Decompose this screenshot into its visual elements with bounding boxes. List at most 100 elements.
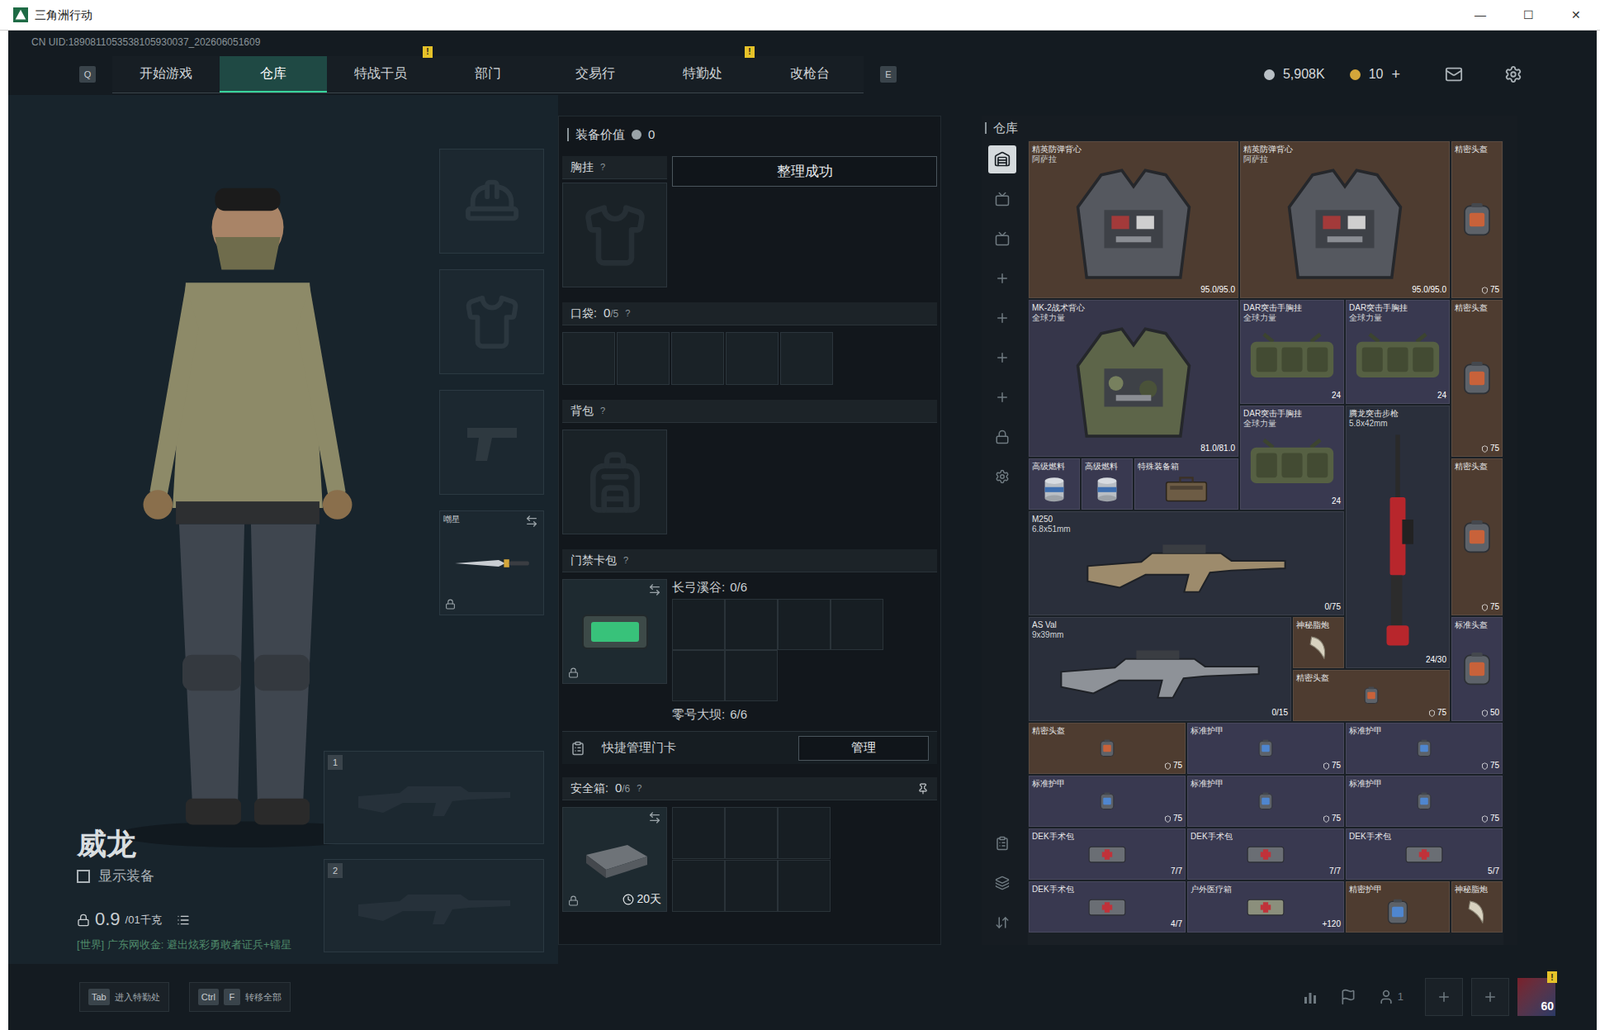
window-control[interactable]: ✕ <box>1552 0 1600 30</box>
pocket-slot[interactable] <box>780 331 834 385</box>
keycard-cell[interactable] <box>777 598 831 650</box>
keycard-cell[interactable] <box>672 598 725 650</box>
stash-item[interactable]: DEK手术包7/7 <box>1187 828 1345 880</box>
nav-tab[interactable]: 部门 <box>434 56 542 93</box>
checkbox[interactable] <box>76 869 90 883</box>
list-icon[interactable] <box>176 913 190 927</box>
stash-item[interactable]: M2506.8x51mm0/75 <box>1028 511 1345 616</box>
stash-item[interactable]: DEK手术包5/7 <box>1345 828 1503 880</box>
stash-item[interactable]: DAR突击手胸挂全球力量24 <box>1240 405 1345 510</box>
safe-cell[interactable] <box>724 859 778 912</box>
equip-slot[interactable] <box>562 182 668 288</box>
stash-item[interactable]: 高级燃料 <box>1081 458 1133 510</box>
stash-item[interactable]: MK-2战术背心全球力量81.0/81.0 <box>1028 299 1239 457</box>
keycard-cell[interactable] <box>724 649 778 701</box>
safe-cell[interactable] <box>777 859 831 912</box>
show-equipment-toggle[interactable]: 显示装备 <box>76 865 292 887</box>
stash-sidebar-item[interactable] <box>988 383 1017 412</box>
stash-item[interactable]: 标准护甲75 <box>1345 775 1503 827</box>
weapon-slot[interactable]: 1 <box>323 750 545 844</box>
safe-cell[interactable] <box>777 806 831 859</box>
pocket-slot[interactable] <box>671 331 725 385</box>
safe-box-slot[interactable]: 20天 <box>562 806 668 912</box>
stash-item[interactable]: 神秘脂炮 <box>1451 880 1503 933</box>
invite-slot[interactable] <box>1424 977 1463 1016</box>
mail-icon[interactable] <box>1444 65 1463 84</box>
stash-sidebar-item[interactable] <box>988 908 1017 937</box>
window-control[interactable]: ☐ <box>1504 0 1553 30</box>
pin-icon[interactable] <box>917 782 929 795</box>
nav-tab[interactable]: 交易行 <box>541 56 649 93</box>
flag-icon[interactable] <box>1339 988 1357 1005</box>
stash-item[interactable]: 精密头盔75 <box>1451 299 1503 457</box>
help-mark[interactable]: ? <box>623 553 629 568</box>
stash-sidebar-item[interactable] <box>988 184 1017 214</box>
safe-cell[interactable] <box>672 859 725 912</box>
stash-item[interactable]: 高级燃料 <box>1028 458 1080 510</box>
hotkey-hint[interactable]: CtrlF转移全部 <box>189 981 291 1012</box>
gear-slot[interactable] <box>439 269 545 374</box>
stash-sidebar-item[interactable] <box>988 422 1017 451</box>
stash-item[interactable]: 标准护甲75 <box>1028 775 1186 827</box>
stash-item[interactable]: 精密头盔75 <box>1028 722 1186 774</box>
stash-sidebar-item[interactable] <box>988 303 1017 332</box>
keycard-cell[interactable] <box>830 598 884 650</box>
stash-item[interactable]: AS Val9x39mm0/15 <box>1028 616 1292 721</box>
stash-item[interactable]: 标准护甲75 <box>1345 722 1503 774</box>
gear-icon[interactable] <box>1504 65 1523 84</box>
nav-tab[interactable]: 开始游戏 <box>112 56 220 93</box>
weapon-slot[interactable]: 2 <box>323 858 545 952</box>
stash-item[interactable]: DAR突击手胸挂全球力量24 <box>1345 299 1450 404</box>
stash-item[interactable]: 标准护甲75 <box>1187 722 1345 774</box>
stash-item[interactable]: 神秘脂炮 <box>1292 616 1345 668</box>
stash-item[interactable]: 标准头盔50 <box>1451 616 1503 721</box>
stash-item[interactable]: 精英防弹背心阿萨拉95.0/95.0 <box>1028 141 1239 299</box>
stash-item[interactable]: 精英防弹背心阿萨拉95.0/95.0 <box>1240 141 1450 299</box>
stash-sidebar-item[interactable] <box>988 868 1017 897</box>
stash-item[interactable]: 标准护甲75 <box>1187 775 1345 827</box>
nav-tab[interactable]: 特战干员! <box>326 56 435 93</box>
nav-tab[interactable]: 改枪台 <box>756 56 864 93</box>
stash-sidebar-item[interactable] <box>988 264 1017 293</box>
gear-slot[interactable] <box>439 148 545 254</box>
help-mark[interactable]: ? <box>624 306 630 321</box>
squad-count[interactable]: 1 <box>1377 988 1404 1005</box>
help-mark[interactable]: ? <box>600 160 606 175</box>
safe-cell[interactable] <box>672 806 725 859</box>
safe-cell[interactable] <box>724 806 778 859</box>
stash-item[interactable]: 精密头盔75 <box>1451 141 1503 299</box>
keycard-slot[interactable] <box>562 578 668 684</box>
window-control[interactable]: — <box>1456 0 1505 30</box>
stash-item[interactable]: DEK手术包7/7 <box>1028 828 1186 880</box>
pocket-slot[interactable] <box>725 331 779 385</box>
manage-button[interactable]: 管理 <box>798 735 929 761</box>
nav-tab[interactable]: 特勤处! <box>648 56 757 93</box>
stash-item[interactable]: 精密头盔75 <box>1451 458 1503 616</box>
gear-slot[interactable] <box>439 389 545 495</box>
stash-sidebar-item[interactable] <box>988 462 1017 491</box>
swap-icon[interactable] <box>648 810 662 824</box>
stash-item[interactable]: DEK手术包4/7 <box>1028 880 1186 933</box>
hotkey-hint[interactable]: Tab进入特勤处 <box>79 981 170 1012</box>
stash-item[interactable]: 腾龙突击步枪5.8x42mm24/30 <box>1345 405 1450 668</box>
keycard-cell[interactable] <box>724 598 778 650</box>
pocket-slot[interactable] <box>616 331 670 385</box>
stash-item[interactable]: 精密头盔75 <box>1292 669 1450 721</box>
add-ticket-button[interactable]: + <box>1391 63 1401 86</box>
stash-item[interactable]: DAR突击手胸挂全球力量24 <box>1240 299 1345 404</box>
keycard-cell[interactable] <box>672 649 725 701</box>
stash-item[interactable]: 特殊装备箱 <box>1134 458 1239 510</box>
stash-sidebar-item[interactable] <box>988 343 1017 372</box>
stash-sidebar-item[interactable] <box>988 145 1017 174</box>
stash-item[interactable]: 精密护甲 <box>1345 880 1450 933</box>
stash-sidebar-item[interactable] <box>988 224 1017 253</box>
player-avatar[interactable]: 60! <box>1517 977 1556 1016</box>
equip-slot[interactable] <box>562 429 668 535</box>
swap-icon[interactable] <box>648 582 662 597</box>
help-mark[interactable]: ? <box>636 781 642 796</box>
pocket-slot[interactable] <box>562 331 616 385</box>
stash-item[interactable]: 户外医疗箱+120 <box>1187 880 1345 933</box>
stash-sidebar-item[interactable] <box>988 828 1017 857</box>
invite-slot[interactable] <box>1471 977 1510 1016</box>
gear-slot[interactable]: 嘲星 <box>439 510 545 616</box>
